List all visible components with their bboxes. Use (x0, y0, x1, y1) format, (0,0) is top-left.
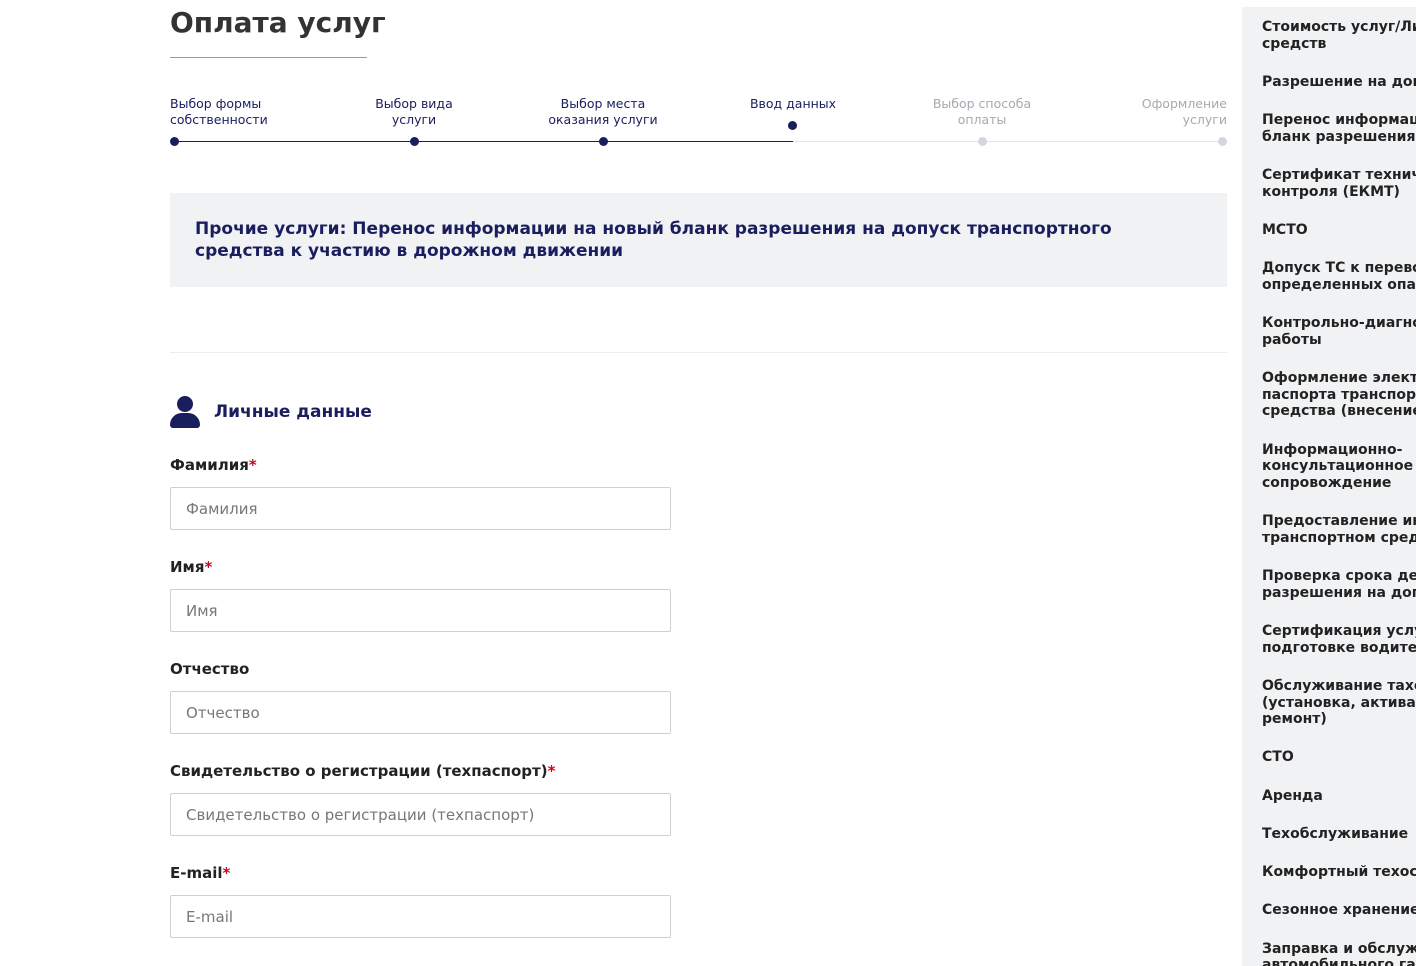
step-dot (599, 137, 608, 146)
services-sidebar: Стоимость услуг/Ли средств Разрешение на… (1242, 7, 1416, 966)
email-input[interactable] (170, 895, 671, 938)
patronymic-input[interactable] (170, 691, 671, 734)
step-label: Выбор места оказания услуги (548, 96, 658, 127)
step-label: Оформление услуги (1141, 96, 1227, 127)
required-marker: * (204, 558, 213, 576)
step-dot-current (788, 121, 797, 130)
step-label: Ввод данных (749, 96, 837, 111)
email-label: E-mail* (170, 864, 231, 882)
step-dot (1218, 137, 1227, 146)
first-name-field-group: Имя* (170, 558, 671, 632)
step-ownership-form[interactable]: Выбор формы собственности (170, 96, 268, 146)
sidebar-item-gas-refueling[interactable]: Заправка и обслужи автомобильного газ (1242, 941, 1416, 966)
person-icon (170, 396, 200, 428)
sidebar-item-rent[interactable]: Аренда (1242, 788, 1416, 805)
step-label: Выбор формы собственности (170, 96, 268, 127)
sidebar-item-comfort-inspection[interactable]: Комфортный техоск (1242, 864, 1416, 881)
sidebar-item-tachograph[interactable]: Обслуживание тахо (установка, активац ре… (1242, 678, 1416, 728)
step-payment-method[interactable]: Выбор способа оплаты (922, 96, 1042, 146)
sidebar-item-permit-validity[interactable]: Проверка срока дей разрешения на доп (1242, 568, 1416, 601)
sidebar-item-seasonal-storage[interactable]: Сезонное хранение (1242, 902, 1416, 919)
sidebar-item-cost-services[interactable]: Стоимость услуг/Ли средств (1242, 19, 1416, 52)
personal-data-title: Личные данные (214, 402, 372, 422)
step-label: Выбор способа оплаты (932, 96, 1032, 127)
sidebar-item-msto[interactable]: МСТО (1242, 222, 1416, 239)
email-field-group: E-mail* (170, 864, 671, 938)
sidebar-item-vehicle-info[interactable]: Предоставление инф транспортном сред (1242, 513, 1416, 546)
title-underline (170, 57, 367, 58)
step-dot (410, 137, 419, 146)
sidebar-item-driver-training[interactable]: Сертификация услуг подготовке водител (1242, 623, 1416, 656)
registration-certificate-input[interactable] (170, 793, 671, 836)
sidebar-item-admission-permit[interactable]: Разрешение на доп (1242, 74, 1416, 91)
sidebar-item-sto[interactable]: СТО (1242, 749, 1416, 766)
first-name-label: Имя* (170, 558, 213, 576)
patronymic-field-group: Отчество (170, 660, 671, 734)
sidebar-item-electronic-passport[interactable]: Оформление электр паспорта транспорт сре… (1242, 370, 1416, 420)
sidebar-item-dangerous-goods[interactable]: Допуск ТС к перевоз определенных опас (1242, 260, 1416, 293)
progress-stepper: Выбор формы собственности Выбор вида усл… (170, 96, 1227, 152)
registration-certificate-field-group: Свидетельство о регистрации (техпаспорт)… (170, 762, 671, 836)
sidebar-item-diagnostics[interactable]: Контрольно-диагнос работы (1242, 315, 1416, 348)
step-data-entry[interactable]: Ввод данных (743, 96, 843, 130)
first-name-input[interactable] (170, 589, 671, 632)
sidebar-item-consulting[interactable]: Информационно- консультационное сопровож… (1242, 442, 1416, 492)
last-name-input[interactable] (170, 487, 671, 530)
last-name-label: Фамилия* (170, 456, 257, 474)
step-label: Выбор вида услуги (375, 96, 453, 127)
patronymic-label: Отчество (170, 660, 250, 678)
step-dot (978, 137, 987, 146)
sidebar-item-maintenance[interactable]: Техобслуживание (1242, 826, 1416, 843)
registration-certificate-label: Свидетельство о регистрации (техпаспорт)… (170, 762, 556, 780)
step-service-type[interactable]: Выбор вида услуги (374, 96, 454, 146)
required-marker: * (222, 864, 231, 882)
selected-service-text: Прочие услуги: Перенос информации на нов… (195, 219, 1112, 261)
sidebar-item-ecmt-certificate[interactable]: Сертификат техниче контроля (ЕКМТ) (1242, 167, 1416, 200)
sidebar-item-info-transfer[interactable]: Перенос информаци бланк разрешения (1242, 112, 1416, 145)
step-service-location[interactable]: Выбор места оказания услуги (543, 96, 663, 146)
selected-service-banner: Прочие услуги: Перенос информации на нов… (170, 193, 1227, 287)
section-divider (170, 352, 1227, 353)
personal-data-header: Личные данные (170, 396, 372, 428)
step-service-registration[interactable]: Оформление услуги (1127, 96, 1227, 146)
page-title: Оплата услуг (170, 6, 386, 39)
required-marker: * (248, 456, 257, 474)
stepper-track-completed (174, 141, 793, 142)
step-dot (170, 137, 179, 146)
required-marker: * (547, 762, 556, 780)
last-name-field-group: Фамилия* (170, 456, 671, 530)
